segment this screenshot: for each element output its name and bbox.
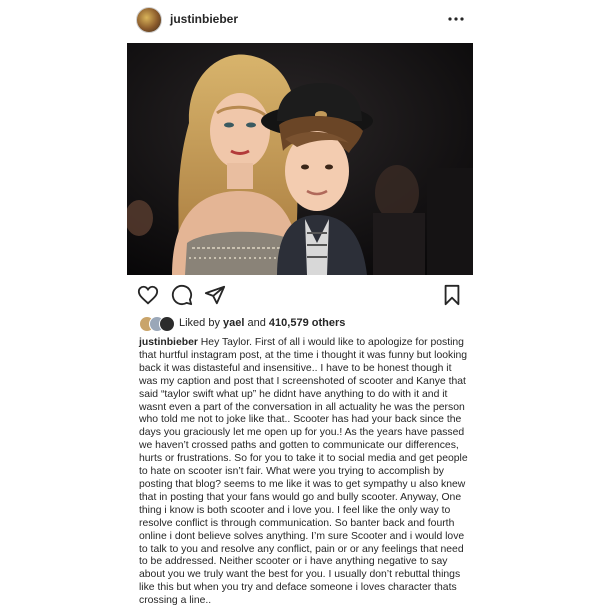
- bookmark-icon: [444, 284, 460, 306]
- likes-text[interactable]: Liked by yael and 410,579 others: [179, 317, 345, 329]
- comment-icon: [171, 284, 193, 306]
- liker-avatar[interactable]: [159, 316, 175, 332]
- post-username[interactable]: justinbieber: [170, 12, 238, 26]
- post-photo-image: [127, 43, 473, 275]
- likes-prefix: Liked by: [179, 317, 224, 329]
- likes-row: Liked by yael and 410,579 others: [139, 316, 479, 332]
- post-header: justinbieber: [0, 0, 600, 40]
- comment-button[interactable]: [171, 284, 193, 306]
- share-button[interactable]: [204, 284, 226, 306]
- caption-username[interactable]: justinbieber: [139, 337, 198, 348]
- save-button[interactable]: [441, 284, 463, 306]
- likes-count[interactable]: 410,579 others: [269, 317, 345, 329]
- profile-avatar[interactable]: [136, 7, 162, 33]
- likes-middle: and: [244, 317, 269, 329]
- like-button[interactable]: [137, 284, 159, 306]
- caption-text: Hey Taylor. First of all i would like to…: [139, 337, 468, 607]
- heart-icon: [137, 285, 159, 305]
- liked-by-user[interactable]: yael: [223, 317, 244, 329]
- more-options-icon[interactable]: [445, 9, 467, 29]
- post-photo[interactable]: [127, 43, 473, 275]
- share-icon: [204, 285, 226, 305]
- post-caption: justinbieber Hey Taylor. First of all i …: [139, 337, 469, 608]
- post-actions: [127, 284, 473, 306]
